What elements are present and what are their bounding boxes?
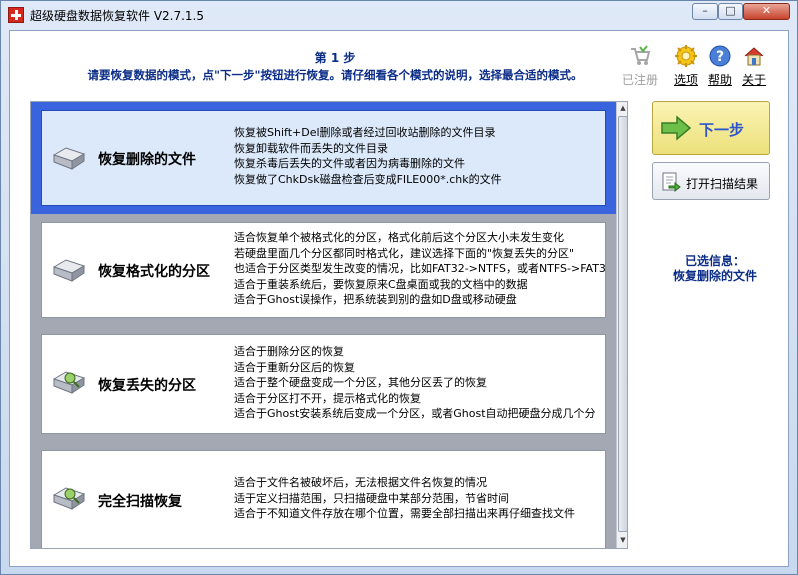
option-line: 适合于不知道文件存放在哪个位置，需要全部扫描出来再仔细查找文件: [234, 507, 575, 520]
disk-search-icon: [52, 371, 86, 394]
open-scan-results-button[interactable]: 打开扫描结果: [652, 162, 770, 200]
option-title: 恢复丢失的分区: [98, 378, 196, 394]
open-file-icon: [662, 172, 681, 193]
option-card[interactable]: 恢复丢失的分区 适合于删除分区的恢复 适合于重新分区后的恢复 适合于整个硬盘变成…: [41, 334, 606, 434]
option-line: 恢复杀毒后丢失的文件或者因为病毒删除的文件: [234, 157, 465, 170]
close-button[interactable]: ✕: [743, 3, 790, 20]
option-line: 也适合于分区类型发生改变的情况，比如FAT32->NTFS，或者NTFS->FA…: [234, 262, 606, 275]
option-recover-lost-partition[interactable]: 恢复丢失的分区 适合于删除分区的恢复 适合于重新分区后的恢复 适合于整个硬盘变成…: [31, 326, 616, 442]
scroll-down-arrow-icon[interactable]: ▼: [618, 535, 627, 546]
option-description: 适合恢复单个被格式化的分区，格式化前后这个分区大小未发生变化 若硬盘里面几个分区…: [234, 230, 606, 308]
vertical-scrollbar[interactable]: ▲ ▼: [616, 102, 627, 548]
open-scan-results-label: 打开扫描结果: [686, 177, 759, 191]
option-card[interactable]: 完全扫描恢复 适合于文件名被破坏后，无法根据文件名恢复的情况 适于定义扫描范围，…: [41, 450, 606, 548]
option-title: 恢复删除的文件: [98, 152, 196, 168]
option-line: 适合恢复单个被格式化的分区，格式化前后这个分区大小未发生变化: [234, 231, 564, 244]
selected-info-value: 恢复删除的文件: [672, 269, 757, 283]
toolbar-registered: 已注册: [620, 45, 660, 89]
option-line: 适合于重装系统后，要恢复原来C盘桌面或我的文档中的数据: [234, 277, 528, 291]
option-line: 适合于文件名被破坏后，无法根据文件名恢复的情况: [234, 476, 487, 489]
disk-search-icon: [52, 487, 86, 510]
window-title: 超级硬盘数据恢复软件 V2.7.1.5: [30, 9, 205, 23]
option-line: 适合于分区打不开，提示格式化的恢复: [234, 391, 421, 405]
title-bar[interactable]: 超级硬盘数据恢复软件 V2.7.1.5 – □ ✕: [1, 1, 797, 29]
hard-disk-icon: [52, 147, 86, 170]
option-description: 适合于删除分区的恢复 适合于重新分区后的恢复 适合于整个硬盘变成一个分区，其他分…: [234, 344, 596, 422]
minimize-button[interactable]: –: [692, 3, 718, 20]
help-icon: ?: [709, 45, 731, 67]
option-line: 适于定义扫描范围，只扫描硬盘中某部分范围，节省时间: [234, 491, 509, 505]
option-description: 恢复被Shift+Del删除或者经过回收站删除的文件目录 恢复卸载软件而丢失的文…: [234, 125, 502, 187]
option-line: 适合于Ghost误操作，把系统装到别的盘如D盘或移动硬盘: [234, 293, 517, 306]
recovery-mode-list: 恢复删除的文件 恢复被Shift+Del删除或者经过回收站删除的文件目录 恢复卸…: [30, 101, 628, 549]
toolbar-registered-label: 已注册: [621, 73, 658, 87]
toolbar-about-label: 关于: [741, 73, 766, 87]
next-step-label: 下一步: [699, 121, 745, 139]
option-title: 恢复格式化的分区: [98, 264, 210, 280]
gear-icon: [675, 45, 697, 67]
option-description: 适合于文件名被破坏后，无法根据文件名恢复的情况 适于定义扫描范围，只扫描硬盘中某…: [234, 475, 575, 522]
option-line: 适合于整个硬盘变成一个分区，其他分区丢了的恢复: [234, 376, 487, 389]
step-title: 第 1 步: [314, 51, 356, 65]
arrow-right-icon: [661, 115, 692, 141]
option-line: 适合于删除分区的恢复: [234, 345, 344, 358]
option-line: 若硬盘里面几个分区都同时格式化，建议选择下面的"恢复丢失的分区": [234, 246, 575, 260]
content-area: 第 1 步 请要恢复数据的模式，点"下一步"按钮进行恢复。请仔细看各个模式的说明…: [9, 30, 789, 567]
option-line: 恢复做了ChkDsk磁盘检查后变成FILE000*.chk的文件: [234, 172, 502, 186]
step-description: 请要恢复数据的模式，点"下一步"按钮进行恢复。请仔细看各个模式的说明，选择最合适…: [87, 68, 583, 82]
option-line: 适合于重新分区后的恢复: [234, 360, 355, 374]
svg-text:?: ?: [716, 49, 724, 65]
option-line: 适合于Ghost安装系统后变成一个分区，或者Ghost自动把硬盘分成几个分: [234, 407, 596, 420]
scroll-up-arrow-icon[interactable]: ▲: [618, 103, 627, 114]
maximize-button[interactable]: □: [718, 3, 743, 20]
option-line: 恢复被Shift+Del删除或者经过回收站删除的文件目录: [234, 126, 496, 139]
main-window: 超级硬盘数据恢复软件 V2.7.1.5 – □ ✕ 第 1 步 请要恢复数据的模…: [0, 0, 798, 575]
app-logo-icon: [8, 7, 24, 23]
toolbar-about[interactable]: 关于: [734, 45, 774, 89]
scroll-thumb[interactable]: [618, 116, 627, 532]
option-recover-formatted[interactable]: 恢复格式化的分区 适合恢复单个被格式化的分区，格式化前后这个分区大小未发生变化 …: [31, 214, 616, 326]
home-icon: [744, 47, 764, 66]
option-line: 恢复卸载软件而丢失的文件目录: [234, 141, 388, 155]
option-recover-deleted[interactable]: 恢复删除的文件 恢复被Shift+Del删除或者经过回收站删除的文件目录 恢复卸…: [31, 102, 616, 214]
next-step-button[interactable]: 下一步: [652, 101, 770, 155]
hard-disk-icon: [52, 259, 86, 282]
option-title: 完全扫描恢复: [98, 494, 182, 510]
option-full-scan[interactable]: 完全扫描恢复 适合于文件名被破坏后，无法根据文件名恢复的情况 适于定义扫描范围，…: [31, 442, 616, 548]
cart-icon: [631, 45, 651, 65]
option-card[interactable]: 恢复格式化的分区 适合恢复单个被格式化的分区，格式化前后这个分区大小未发生变化 …: [41, 222, 606, 318]
option-card[interactable]: 恢复删除的文件 恢复被Shift+Del删除或者经过回收站删除的文件目录 恢复卸…: [41, 110, 606, 206]
